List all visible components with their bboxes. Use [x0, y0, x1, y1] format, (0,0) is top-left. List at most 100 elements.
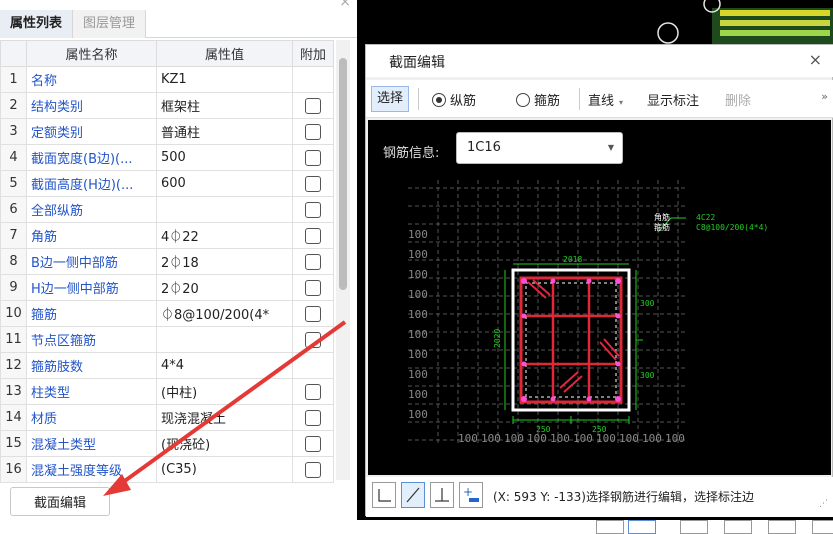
- grid-label: 100: [408, 408, 428, 421]
- extra-checkbox[interactable]: [305, 253, 321, 270]
- show-label-button[interactable]: 显示标注: [647, 90, 699, 109]
- property-extra-cell: [292, 170, 334, 197]
- property-extra-cell: [292, 274, 334, 301]
- resize-grip-icon[interactable]: ⋰: [819, 499, 828, 509]
- row-number: 2: [0, 92, 27, 119]
- tab-layer-management[interactable]: 图层管理: [72, 10, 147, 38]
- extra-checkbox[interactable]: [305, 383, 321, 400]
- property-value[interactable]: [156, 196, 293, 223]
- table-row[interactable]: 4 截面宽度(B边)(... 500: [0, 144, 334, 171]
- table-row[interactable]: 8 B边一侧中部筋 2⏀18: [0, 248, 334, 275]
- extra-checkbox[interactable]: [305, 305, 321, 322]
- diagonal-snap-button[interactable]: [401, 482, 425, 508]
- rebar-dot[interactable]: [586, 278, 592, 284]
- row-number: 6: [0, 196, 27, 223]
- table-row[interactable]: 13 柱类型 (中柱): [0, 378, 334, 405]
- rebar-dot[interactable]: [586, 396, 592, 402]
- property-value[interactable]: ⏀8@100/200(4*: [156, 300, 293, 327]
- perpendicular-snap-button[interactable]: [430, 482, 454, 508]
- property-value[interactable]: 4⏀22: [156, 222, 293, 249]
- property-name: 材质: [26, 404, 157, 431]
- row-number: 14: [0, 404, 27, 431]
- select-button[interactable]: 选择: [371, 86, 410, 112]
- rebar-dot[interactable]: [521, 278, 527, 284]
- strip-button[interactable]: [628, 520, 656, 534]
- property-value[interactable]: 普通柱: [156, 118, 293, 145]
- extra-checkbox[interactable]: [305, 97, 321, 114]
- extra-checkbox[interactable]: [305, 435, 321, 452]
- delete-button[interactable]: 删除: [725, 90, 751, 109]
- strip-button[interactable]: [768, 520, 796, 534]
- table-row[interactable]: 5 截面高度(H边)(... 600: [0, 170, 334, 197]
- strip-button[interactable]: [812, 520, 833, 534]
- rebar-dot[interactable]: [615, 278, 621, 284]
- table-row[interactable]: 6 全部纵筋: [0, 196, 334, 223]
- property-name: 节点区箍筋: [26, 326, 157, 353]
- toolbar-overflow-icon[interactable]: »: [821, 90, 828, 103]
- tab-property-list[interactable]: 属性列表: [0, 10, 73, 38]
- grid-label: 100: [408, 348, 428, 361]
- table-row[interactable]: 3 定额类别 普通柱: [0, 118, 334, 145]
- extra-checkbox[interactable]: [305, 149, 321, 166]
- table-row[interactable]: 16 混凝土强度等级 (C35): [0, 456, 334, 483]
- extra-checkbox[interactable]: [305, 175, 321, 192]
- rebar-dot[interactable]: [615, 361, 621, 367]
- property-value[interactable]: 现浇混凝土: [156, 404, 293, 431]
- panel-tabs: 属性列表 图层管理: [0, 10, 357, 38]
- table-row[interactable]: 11 节点区箍筋: [0, 326, 334, 353]
- property-value[interactable]: [156, 326, 293, 353]
- property-value[interactable]: 2⏀18: [156, 248, 293, 275]
- grid-label: 100: [642, 432, 662, 445]
- table-row[interactable]: 14 材质 现浇混凝土: [0, 404, 334, 431]
- extra-checkbox[interactable]: [305, 409, 321, 426]
- rebar-dot[interactable]: [615, 313, 621, 319]
- strip-button[interactable]: [680, 520, 708, 534]
- table-row[interactable]: 10 箍筋 ⏀8@100/200(4*: [0, 300, 334, 327]
- rebar-dot[interactable]: [521, 313, 527, 319]
- dimension-right-upper: 300: [640, 299, 655, 308]
- extra-checkbox[interactable]: [305, 227, 321, 244]
- table-row[interactable]: 2 结构类别 框架柱: [0, 92, 334, 119]
- property-value[interactable]: (中柱): [156, 378, 293, 405]
- table-row[interactable]: 12 箍筋肢数 4*4: [0, 352, 334, 379]
- property-value[interactable]: 600: [156, 170, 293, 197]
- panel-close-icon[interactable]: ×: [339, 0, 351, 10]
- stirrup-label: 箍筋: [654, 222, 670, 232]
- table-row[interactable]: 7 角筋 4⏀22: [0, 222, 334, 249]
- add-point-button[interactable]: +: [459, 482, 483, 508]
- rebar-dot[interactable]: [521, 396, 527, 402]
- extra-checkbox[interactable]: [305, 123, 321, 140]
- grid-label: 100: [665, 432, 685, 445]
- property-value[interactable]: 框架柱: [156, 92, 293, 119]
- property-value[interactable]: 4*4: [156, 352, 293, 379]
- radio-longitudinal[interactable]: 纵筋: [432, 90, 476, 109]
- property-value[interactable]: (C35): [156, 456, 293, 483]
- table-row[interactable]: 15 混凝土类型 (现浇砼): [0, 430, 334, 457]
- section-edit-button[interactable]: 截面编辑: [10, 487, 110, 516]
- section-canvas[interactable]: 钢筋信息: 1C16 ▼ 100 100 100 100 100 100 100…: [368, 120, 831, 475]
- rebar-dot[interactable]: [550, 396, 556, 402]
- property-value[interactable]: KZ1: [156, 66, 293, 93]
- table-row[interactable]: 9 H边一侧中部筋 2⏀20: [0, 274, 334, 301]
- extra-checkbox[interactable]: [305, 461, 321, 478]
- scrollbar-thumb[interactable]: [339, 58, 347, 290]
- extra-checkbox[interactable]: [305, 201, 321, 218]
- property-name: 混凝土类型: [26, 430, 157, 457]
- line-dropdown[interactable]: 直线 ▾: [588, 90, 623, 109]
- property-value[interactable]: (现浇砼): [156, 430, 293, 457]
- strip-button[interactable]: [596, 520, 624, 534]
- corner-snap-button[interactable]: [372, 482, 396, 508]
- rebar-dot[interactable]: [521, 361, 527, 367]
- property-extra-cell: [292, 66, 334, 93]
- property-value[interactable]: 500: [156, 144, 293, 171]
- rebar-dot[interactable]: [615, 396, 621, 402]
- table-row[interactable]: 1 名称 KZ1: [0, 66, 334, 93]
- dialog-close-icon[interactable]: ×: [809, 50, 822, 69]
- extra-checkbox[interactable]: [305, 331, 321, 348]
- radio-stirrup[interactable]: 箍筋: [516, 90, 560, 109]
- property-value[interactable]: 2⏀20: [156, 274, 293, 301]
- strip-button[interactable]: [724, 520, 752, 534]
- rebar-dot[interactable]: [550, 278, 556, 284]
- extra-checkbox[interactable]: [305, 279, 321, 296]
- drawing-grid: [408, 180, 688, 445]
